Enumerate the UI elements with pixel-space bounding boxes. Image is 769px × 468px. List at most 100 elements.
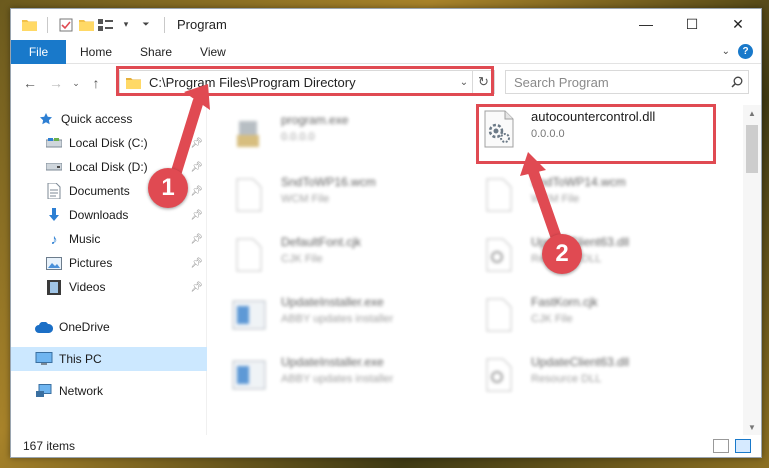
tab-home[interactable]: Home [66, 45, 126, 59]
search-icon[interactable] [726, 76, 748, 88]
cloud-icon [35, 319, 53, 335]
drive-icon [45, 135, 63, 151]
close-button[interactable]: ✕ [715, 9, 761, 39]
file-item[interactable]: SndToWP16.wcm WCM File [231, 173, 466, 225]
recent-locations-button[interactable]: ⌄ [69, 71, 83, 95]
videos-icon [45, 279, 63, 295]
exe-icon [231, 111, 267, 155]
pin-icon[interactable]: 📌︎ [190, 162, 203, 173]
blank-file-icon [481, 173, 517, 217]
pin-icon[interactable]: 📌︎ [190, 186, 203, 197]
scroll-down-icon[interactable]: ▼ [743, 419, 761, 435]
file-item[interactable]: SndToWP14.wcm WCM File [481, 173, 716, 225]
dll-gear-icon [481, 233, 517, 277]
pin-icon[interactable]: 📌︎ [190, 258, 203, 269]
sidebar-item-quick-access[interactable]: Quick access [11, 107, 207, 131]
sidebar-item-label: Network [59, 384, 104, 398]
sidebar-item-pictures[interactable]: Pictures 📌︎ [11, 251, 207, 275]
file-name: FastKorn.cjk [531, 295, 598, 309]
file-item[interactable]: UpdateInstaller.exe ABBY updates installe… [231, 293, 466, 345]
documents-icon [45, 183, 63, 199]
new-folder-icon[interactable] [78, 17, 94, 33]
sidebar-item-label: Quick access [61, 112, 133, 126]
ribbon-right: ⌄ ? [722, 44, 753, 59]
sidebar-item-label: Downloads [69, 208, 129, 222]
file-name: UpdateInstaller.exe [281, 295, 384, 309]
search-input[interactable] [514, 74, 726, 90]
chevron-down-icon[interactable]: ▾ [118, 17, 134, 33]
forward-button[interactable]: → [43, 71, 69, 95]
blank-file-icon [481, 293, 517, 337]
sidebar-item-label: Music [69, 232, 101, 246]
sidebar-item-local-disk-c[interactable]: Local Disk (C:) 📌︎ [11, 131, 207, 155]
sidebar-item-music[interactable]: ♪ Music 📌︎ [11, 227, 207, 251]
download-icon [45, 207, 63, 223]
file-name: SndToWP14.wcm [531, 175, 626, 189]
file-name: program.exe [281, 113, 349, 127]
pin-icon[interactable]: 📌︎ [190, 282, 203, 293]
title-bar: ▾ ⏷ Program — ☐ ✕ [11, 9, 761, 40]
sidebar-item-onedrive[interactable]: OneDrive [11, 315, 207, 339]
maximize-button[interactable]: ☐ [669, 9, 715, 39]
view-buttons [713, 439, 751, 453]
sidebar-item-downloads[interactable]: Downloads 📌︎ [11, 203, 207, 227]
file-item[interactable]: UpdateClient63.dllResource DLL [481, 233, 716, 285]
file-name: UpdateInstaller.exe [281, 355, 384, 369]
file-description: WCM File [531, 193, 580, 205]
file-description: Resource DLL [531, 373, 602, 385]
file-item[interactable]: program.exe 0.0.0.0 [231, 111, 466, 163]
file-description: CJK File [531, 313, 573, 325]
file-description: CJK File [281, 253, 323, 265]
star-icon [37, 111, 55, 127]
quick-access-toolbar: ▾ ⏷ Program [11, 16, 227, 33]
vertical-scrollbar[interactable]: ▲ ▼ [743, 105, 761, 435]
layout-icon[interactable] [98, 17, 114, 33]
search-box[interactable] [505, 70, 749, 94]
blank-file-icon [231, 173, 267, 217]
file-description: WCM File [281, 193, 330, 205]
file-item[interactable]: UpdateClient63.dll Resource DLL [481, 353, 716, 405]
sidebar-item-label: Local Disk (C:) [69, 136, 148, 150]
folder-icon [21, 17, 37, 33]
separator [164, 16, 165, 33]
file-item[interactable]: DefaultFont.cjk CJK File [231, 233, 466, 285]
pin-icon[interactable]: 📌︎ [190, 210, 203, 221]
installer-icon [231, 293, 267, 337]
minimize-button[interactable]: — [623, 9, 669, 39]
sidebar-item-label: OneDrive [59, 320, 110, 334]
sidebar-item-this-pc[interactable]: This PC [11, 347, 207, 371]
pin-icon[interactable]: 📌︎ [190, 138, 203, 149]
file-description: ABBY updates installer [281, 313, 394, 325]
drive-icon [45, 159, 63, 175]
pin-icon[interactable]: 📌︎ [190, 234, 203, 245]
dll-file-highlight [476, 104, 716, 164]
up-button[interactable]: ↑ [83, 71, 109, 95]
details-view-icon[interactable] [713, 439, 729, 453]
step-2-badge: 2 [542, 234, 582, 274]
sidebar-item-label: Pictures [69, 256, 113, 270]
tab-view[interactable]: View [186, 45, 240, 59]
step-1-badge: 1 [148, 168, 188, 208]
expand-ribbon-icon[interactable]: ⌄ [722, 46, 730, 57]
properties-icon[interactable] [58, 17, 74, 33]
tab-share[interactable]: Share [126, 45, 186, 59]
back-button[interactable]: ← [17, 71, 43, 95]
file-name: UpdateClient63.dll [531, 355, 630, 369]
sidebar-item-network[interactable]: Network [11, 379, 207, 403]
help-icon[interactable]: ? [738, 44, 753, 59]
ribbon-tabs: File Home Share View ⌄ ? [11, 39, 761, 64]
pictures-icon [45, 255, 63, 271]
scroll-thumb[interactable] [746, 125, 758, 173]
file-item[interactable]: UpdateInstaller.exe ABBY updates installe… [231, 353, 466, 405]
file-item[interactable]: FastKorn.cjk CJK File [481, 293, 716, 345]
blank-file-icon [231, 233, 267, 277]
file-name: DefaultFont.cjk [281, 235, 362, 249]
tab-file[interactable]: File [11, 39, 66, 64]
address-bar-highlight [116, 66, 494, 96]
window-title: Program [177, 17, 227, 32]
separator [47, 16, 48, 33]
customize-toolbar-icon[interactable]: ⏷ [138, 17, 154, 33]
sidebar-item-videos[interactable]: Videos 📌︎ [11, 275, 207, 299]
large-icons-view-icon[interactable] [735, 439, 751, 453]
scroll-up-icon[interactable]: ▲ [743, 105, 761, 121]
